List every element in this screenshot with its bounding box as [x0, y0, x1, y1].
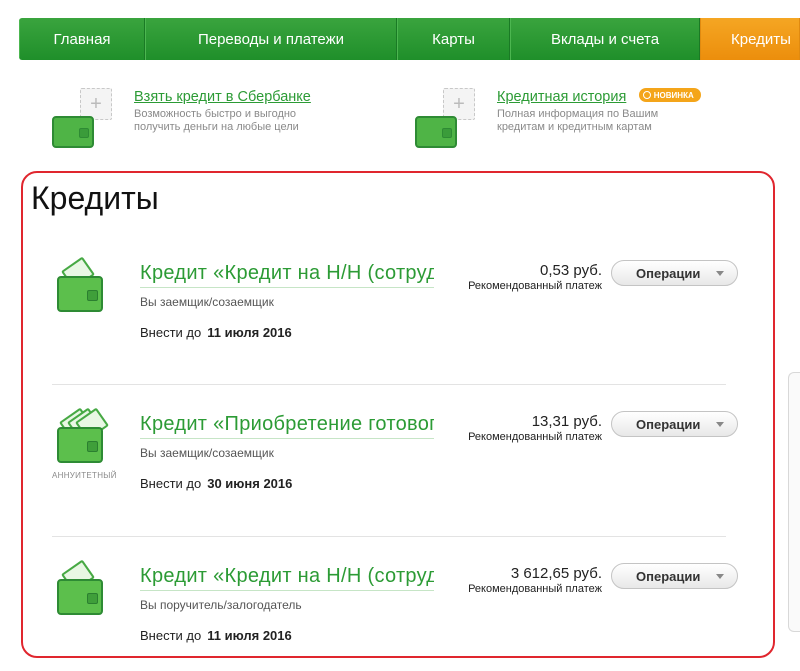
payment-amount-label: Рекомендованный платеж: [468, 280, 602, 292]
due-date: 30 июня 2016: [207, 476, 293, 491]
credit-history-link[interactable]: Кредитная история: [497, 89, 626, 105]
payment-amount-label: Рекомендованный платеж: [468, 583, 602, 595]
due-date-row: Внести до 11 июля 2016: [140, 628, 292, 643]
nav-item-cards[interactable]: Карты: [397, 18, 510, 60]
nav-item-credits[interactable]: Кредиты: [700, 18, 800, 60]
credit-name-link[interactable]: Кредит «Кредит на Н/Н (сотрудникам)»: [140, 262, 434, 288]
credit-item: Кредит «Кредит на Н/Н (сотрудникам)» Вы …: [52, 559, 742, 671]
section-title: Кредиты: [31, 180, 159, 216]
add-wallet-icon: +: [52, 88, 130, 150]
chevron-down-icon: [716, 271, 724, 276]
credit-role: Вы поручитель/залогодатель: [140, 598, 302, 612]
badge-dot-icon: [642, 91, 651, 99]
promo-credit-history: + Кредитная история НОВИНКА Полная инфор…: [415, 88, 701, 150]
due-date-row: Внести до 11 июля 2016: [140, 325, 292, 340]
operations-button[interactable]: Операции: [611, 260, 738, 286]
promo-description: Возможность быстро и выгодно получить ден…: [134, 108, 299, 133]
new-badge: НОВИНКА: [638, 88, 701, 102]
nav-item-transfers[interactable]: Переводы и платежи: [145, 18, 397, 60]
credit-item: АННУИТЕТНЫЙ Кредит «Приобретение готовог…: [52, 407, 742, 533]
wallet-icon: [57, 256, 107, 312]
nav-item-deposits[interactable]: Вклады и счета: [510, 18, 700, 60]
wallet-icon: [57, 559, 107, 615]
payment-amount-label: Рекомендованный платеж: [468, 431, 602, 443]
credit-item: Кредит «Кредит на Н/Н (сотрудникам)» Вы …: [52, 256, 742, 382]
payment-amount: 0,53 руб.: [540, 262, 602, 279]
add-wallet-icon: +: [415, 88, 493, 150]
payment-amount: 13,31 руб.: [531, 413, 602, 430]
due-date-row: Внести до 30 июня 2016: [140, 476, 293, 491]
wallet-annuity-icon: [57, 407, 109, 463]
due-date: 11 июля 2016: [207, 325, 292, 340]
nav-item-home[interactable]: Главная: [19, 18, 145, 60]
credit-name-link[interactable]: Кредит «Приобретение готового жилья»: [140, 413, 434, 439]
chevron-down-icon: [716, 574, 724, 579]
credit-name-link[interactable]: Кредит «Кредит на Н/Н (сотрудникам)»: [140, 565, 434, 591]
main-nav: Главная Переводы и платежи Карты Вклады …: [19, 18, 800, 60]
credit-role: Вы заемщик/созаемщик: [140, 446, 274, 460]
take-credit-link[interactable]: Взять кредит в Сбербанке: [134, 89, 311, 105]
operations-button[interactable]: Операции: [611, 563, 738, 589]
divider: [52, 536, 726, 537]
annuity-label: АННУИТЕТНЫЙ: [52, 471, 117, 480]
credit-role: Вы заемщик/созаемщик: [140, 295, 274, 309]
divider: [52, 384, 726, 385]
promo-description: Полная информация по Вашим кредитам и кре…: [497, 108, 659, 133]
badge-label: НОВИНКА: [653, 90, 694, 100]
operations-button[interactable]: Операции: [611, 411, 738, 437]
side-panel-edge: [788, 372, 800, 632]
promo-take-credit: + Взять кредит в Сбербанке Возможность б…: [52, 88, 334, 150]
due-date: 11 июля 2016: [207, 628, 292, 643]
payment-amount: 3 612,65 руб.: [510, 565, 602, 582]
chevron-down-icon: [716, 422, 724, 427]
